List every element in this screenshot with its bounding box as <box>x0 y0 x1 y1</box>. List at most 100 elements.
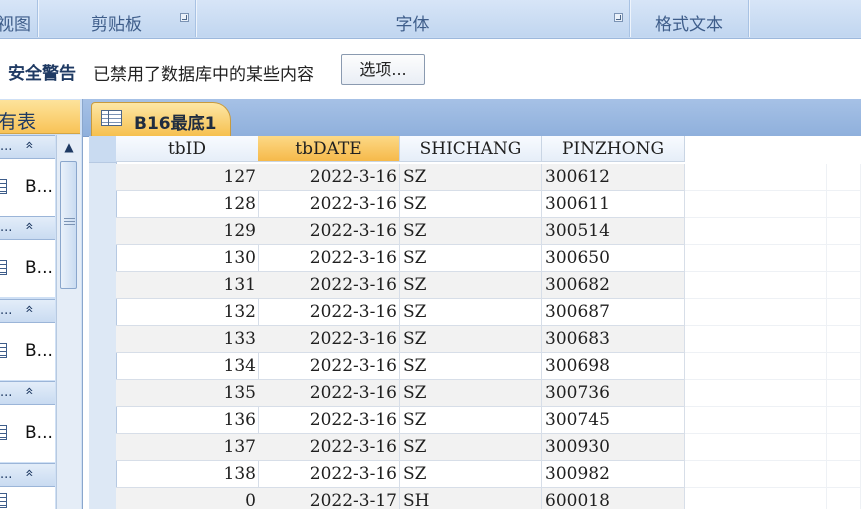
clipboard-dialog-launcher-icon[interactable] <box>180 13 189 22</box>
nav-item-table[interactable]: B... <box>0 323 55 380</box>
document-tab[interactable]: B16最底1 <box>91 102 231 136</box>
cell-tbdate[interactable]: 2022-3-16 <box>258 461 400 488</box>
cell-pinzhong[interactable]: 300612 <box>542 164 685 191</box>
cell-tbdate[interactable]: 2022-3-16 <box>258 245 400 272</box>
cell-pinzhong[interactable]: 300930 <box>542 434 685 461</box>
cell-shichang[interactable]: SZ <box>400 245 542 272</box>
column-header-pinzhong[interactable]: PINZHONG <box>542 136 685 162</box>
cell-tbid[interactable]: 138 <box>116 461 259 488</box>
nav-item-table[interactable]: B... <box>0 405 55 462</box>
cell-pinzhong[interactable]: 300650 <box>542 245 685 272</box>
collapse-chevron-icon[interactable]: » <box>21 469 37 478</box>
cell-tbdate[interactable]: 2022-3-16 <box>258 164 400 191</box>
nav-group-header[interactable]: ... » <box>0 299 55 323</box>
cell-shichang[interactable]: SZ <box>400 434 542 461</box>
cell-pinzhong[interactable]: 300514 <box>542 218 685 245</box>
security-options-button[interactable]: 选项... <box>341 54 425 85</box>
nav-item-table[interactable]: B... <box>0 240 55 297</box>
table-row[interactable]: 132 2022-3-16 SZ 300687 <box>116 299 861 326</box>
table-row[interactable]: 134 2022-3-16 SZ 300698 <box>116 353 861 380</box>
table-icon <box>101 110 122 126</box>
table-row[interactable]: 137 2022-3-16 SZ 300930 <box>116 434 861 461</box>
nav-pane-header[interactable]: 有表 <box>0 100 80 134</box>
cell-tbdate[interactable]: 2022-3-16 <box>258 353 400 380</box>
cell-tbdate[interactable]: 2022-3-16 <box>258 299 400 326</box>
nav-group-header[interactable]: ... » <box>0 135 55 159</box>
table-row[interactable]: 133 2022-3-16 SZ 300683 <box>116 326 861 353</box>
access-window: 视图 剪贴板 字体 格式文本 安全警告 已禁用了数据库中的某些内容 选项... … <box>0 0 861 509</box>
cell-tbdate[interactable]: 2022-3-17 <box>258 488 400 509</box>
table-row[interactable]: 0 2022-3-17 SH 600018 <box>116 488 861 509</box>
cell-shichang[interactable]: SZ <box>400 461 542 488</box>
nav-item-table[interactable] <box>0 487 55 509</box>
ribbon-group-font: 字体 <box>196 0 630 37</box>
table-row[interactable]: 128 2022-3-16 SZ 300611 <box>116 191 861 218</box>
cell-tbid[interactable]: 134 <box>116 353 259 380</box>
cell-shichang[interactable]: SZ <box>400 191 542 218</box>
cell-shichang[interactable]: SZ <box>400 353 542 380</box>
scrollbar-thumb[interactable] <box>60 161 77 289</box>
cell-pinzhong[interactable]: 300982 <box>542 461 685 488</box>
cell-pinzhong[interactable]: 300687 <box>542 299 685 326</box>
collapse-chevron-icon[interactable]: » <box>21 141 37 150</box>
cell-shichang[interactable]: SZ <box>400 407 542 434</box>
cell-shichang[interactable]: SZ <box>400 299 542 326</box>
cell-tbid[interactable]: 132 <box>116 299 259 326</box>
nav-item-table[interactable]: B... <box>0 159 55 216</box>
cell-shichang[interactable]: SZ <box>400 164 542 191</box>
cell-pinzhong[interactable]: 300683 <box>542 326 685 353</box>
cell-pinzhong[interactable]: 600018 <box>542 488 685 509</box>
cell-pinzhong[interactable]: 300698 <box>542 353 685 380</box>
document-tab-strip: B16最底1 <box>83 99 861 137</box>
cell-tbid[interactable]: 135 <box>116 380 259 407</box>
cell-tbdate[interactable]: 2022-3-16 <box>258 434 400 461</box>
collapse-chevron-icon[interactable]: » <box>21 222 37 231</box>
cell-pinzhong[interactable]: 300682 <box>542 272 685 299</box>
cell-tbdate[interactable]: 2022-3-16 <box>258 326 400 353</box>
table-row[interactable]: 131 2022-3-16 SZ 300682 <box>116 272 861 299</box>
cell-tbdate[interactable]: 2022-3-16 <box>258 407 400 434</box>
column-header-tbdate[interactable]: tbDATE <box>258 136 400 162</box>
table-row[interactable]: 130 2022-3-16 SZ 300650 <box>116 245 861 272</box>
collapse-chevron-icon[interactable]: » <box>21 387 37 396</box>
table-row[interactable]: 135 2022-3-16 SZ 300736 <box>116 380 861 407</box>
cell-shichang[interactable]: SZ <box>400 326 542 353</box>
cell-tbid[interactable]: 133 <box>116 326 259 353</box>
cell-tbdate[interactable]: 2022-3-16 <box>258 191 400 218</box>
cell-shichang[interactable]: SZ <box>400 218 542 245</box>
ribbon-group-label: 格式文本 <box>655 15 723 35</box>
cell-tbid[interactable]: 127 <box>116 164 259 191</box>
table-row[interactable]: 127 2022-3-16 SZ 300612 <box>116 164 861 191</box>
empty-cell <box>827 272 861 299</box>
cell-pinzhong[interactable]: 300736 <box>542 380 685 407</box>
cell-shichang[interactable]: SH <box>400 488 542 509</box>
column-header-shichang[interactable]: SHICHANG <box>400 136 542 162</box>
nav-group-header[interactable]: ... » <box>0 463 55 487</box>
cell-tbid[interactable]: 128 <box>116 191 259 218</box>
scroll-up-arrow-icon[interactable]: ▲ <box>57 135 81 159</box>
cell-shichang[interactable]: SZ <box>400 380 542 407</box>
cell-tbid[interactable]: 137 <box>116 434 259 461</box>
cell-pinzhong[interactable]: 300745 <box>542 407 685 434</box>
nav-group-header[interactable]: ... » <box>0 381 55 405</box>
table-row[interactable]: 129 2022-3-16 SZ 300514 <box>116 218 861 245</box>
column-header-tbid[interactable]: tbID <box>116 136 259 162</box>
nav-pane-scrollbar[interactable]: ▲ <box>56 135 81 509</box>
cell-tbdate[interactable]: 2022-3-16 <box>258 272 400 299</box>
cell-tbdate[interactable]: 2022-3-16 <box>258 380 400 407</box>
cell-tbid[interactable]: 131 <box>116 272 259 299</box>
nav-group-header[interactable]: ... » <box>0 216 55 240</box>
table-row[interactable]: 138 2022-3-16 SZ 300982 <box>116 461 861 488</box>
font-dialog-launcher-icon[interactable] <box>614 13 623 22</box>
select-all-corner[interactable] <box>89 136 116 163</box>
cell-tbid[interactable]: 0 <box>116 488 259 509</box>
cell-tbid[interactable]: 130 <box>116 245 259 272</box>
collapse-chevron-icon[interactable]: » <box>21 305 37 314</box>
cell-pinzhong[interactable]: 300611 <box>542 191 685 218</box>
cell-tbid[interactable]: 136 <box>116 407 259 434</box>
cell-shichang[interactable]: SZ <box>400 272 542 299</box>
record-selector-column[interactable] <box>89 136 117 509</box>
cell-tbdate[interactable]: 2022-3-16 <box>258 218 400 245</box>
table-row[interactable]: 136 2022-3-16 SZ 300745 <box>116 407 861 434</box>
cell-tbid[interactable]: 129 <box>116 218 259 245</box>
